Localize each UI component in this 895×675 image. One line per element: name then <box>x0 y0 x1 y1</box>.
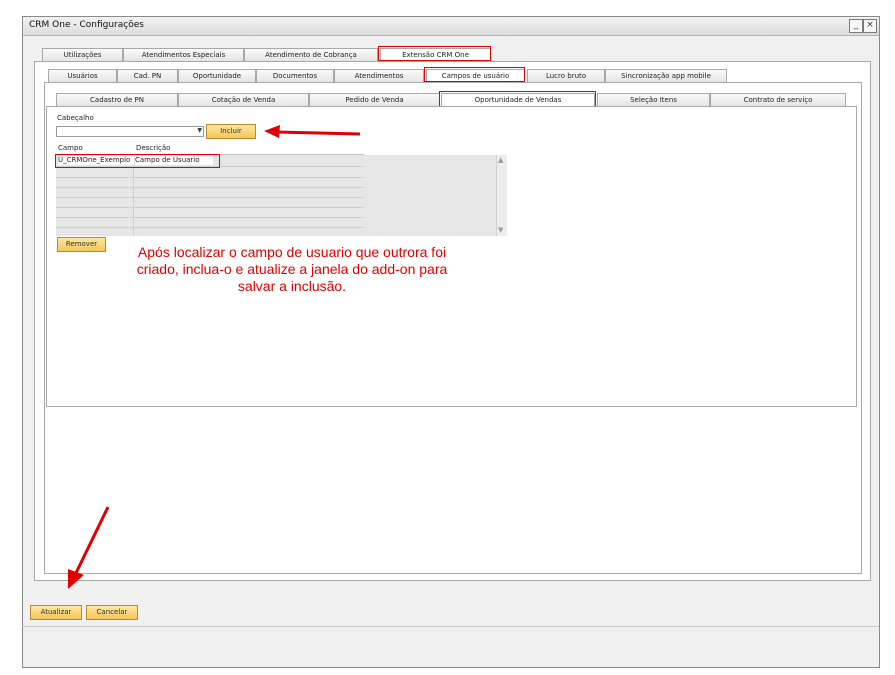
remover-button[interactable]: Remover <box>57 237 106 252</box>
grid-row-line <box>56 207 364 208</box>
tab-atendimentos[interactable]: Atendimentos <box>334 69 424 82</box>
atualizar-button[interactable]: Atualizar <box>30 605 82 620</box>
grid-row-line <box>56 177 364 178</box>
window-title: CRM One - Configurações <box>29 20 144 30</box>
cabecalho-label: Cabeçalho <box>57 114 94 122</box>
scroll-down-icon[interactable]: ▼ <box>498 226 503 235</box>
arrow-to-incluir-icon <box>264 125 361 138</box>
chevron-down-icon[interactable]: ▼ <box>197 127 202 134</box>
tab-cad-pn[interactable]: Cad. PN <box>117 69 178 82</box>
grid-row-line <box>56 217 364 218</box>
annotation-text: Após localizar o campo de usuario que ou… <box>136 244 448 294</box>
close-button[interactable]: × <box>863 19 877 33</box>
tab-documentos[interactable]: Documentos <box>256 69 334 82</box>
incluir-button[interactable]: Incluir <box>206 124 256 139</box>
grid-scrollbar[interactable]: ▲ ▼ <box>496 155 507 236</box>
highlight-tab-extensao <box>378 46 491 61</box>
tab-usuarios[interactable]: Usuários <box>48 69 117 82</box>
minimize-button[interactable]: _ <box>849 19 863 33</box>
tab-atendimentos-especiais[interactable]: Atendimentos Especiais <box>123 48 244 61</box>
tab-oportunidade[interactable]: Oportunidade <box>178 69 256 82</box>
scroll-up-icon[interactable]: ▲ <box>498 156 503 165</box>
tab-pedido-venda[interactable]: Pedido de Venda <box>309 93 440 106</box>
arrow-to-atualizar-icon <box>68 506 110 589</box>
cabecalho-combo[interactable]: ▼ <box>56 126 204 137</box>
highlight-tab-oportunidade-vendas <box>439 91 596 107</box>
grid-row-line <box>56 227 364 228</box>
tab-selecao-itens[interactable]: Seleção Itens <box>597 93 710 106</box>
cancelar-button[interactable]: Cancelar <box>86 605 138 620</box>
title-bar[interactable]: CRM One - Configurações _ × <box>23 17 879 36</box>
grid-row-line <box>56 187 364 188</box>
highlight-grid-row <box>55 154 220 168</box>
tab-sincronizacao[interactable]: Sincronização app mobile <box>605 69 727 82</box>
grid-empty-area <box>364 155 496 236</box>
tab-utilizacoes[interactable]: Utilizações <box>42 48 123 61</box>
footer-divider <box>22 626 879 627</box>
tab-cadastro-pn[interactable]: Cadastro de PN <box>56 93 178 106</box>
tab-contrato-servico[interactable]: Contrato de serviço <box>710 93 846 106</box>
grid-row-line <box>56 197 364 198</box>
tab-lucro-bruto[interactable]: Lucro bruto <box>527 69 605 82</box>
tab-cotacao-venda[interactable]: Cotação de Venda <box>178 93 309 106</box>
tab-atendimento-cobranca[interactable]: Atendimento de Cobrança <box>244 48 378 61</box>
highlight-tab-campos <box>424 67 525 82</box>
